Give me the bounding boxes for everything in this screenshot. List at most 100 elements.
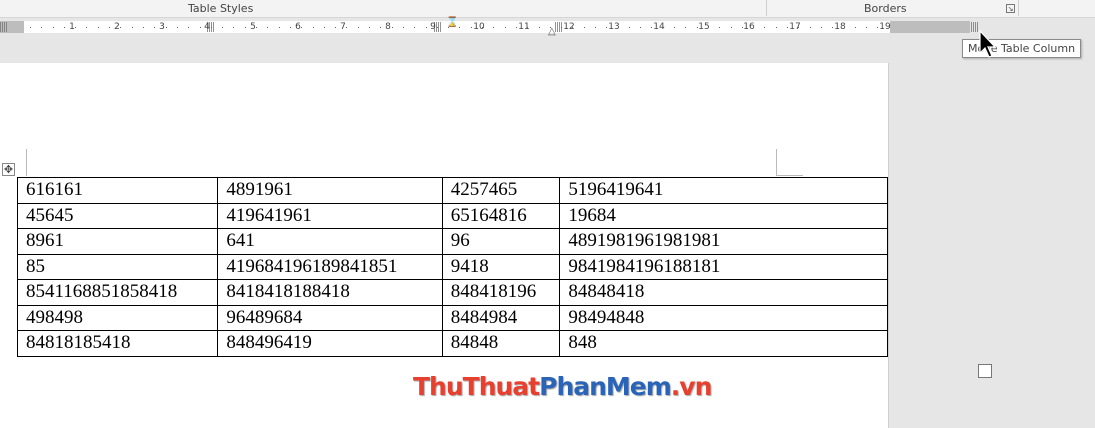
move-table-column-marker[interactable] [971, 22, 979, 32]
ruler-tick [731, 27, 732, 28]
ruler-tick [674, 27, 675, 28]
table-cell[interactable]: 84848 [441, 330, 561, 357]
table-cell[interactable]: 9418 [441, 253, 561, 280]
table-cell[interactable]: 84848418 [559, 279, 888, 306]
ruler-tick [516, 27, 517, 28]
ruler-tick [154, 27, 155, 28]
ruler-tick [459, 27, 460, 28]
ruler-tick [776, 27, 777, 28]
ruler-tick [324, 27, 325, 28]
ruler-number: 5 [250, 22, 256, 32]
ruler-tick [267, 27, 268, 28]
ruler-tick [143, 27, 144, 28]
ruler-tick [132, 27, 133, 28]
ruler-tick [301, 27, 302, 28]
ruler-number: 17 [789, 22, 801, 32]
ruler-tick [651, 27, 652, 28]
table-cell[interactable]: 98494848 [559, 304, 888, 331]
table-row: 84818185418 848496419 84848 848 [16, 330, 888, 357]
watermark-part-3: .vn [670, 372, 713, 401]
table-cell[interactable]: 4891961 [217, 177, 443, 204]
ruler-tick [798, 27, 799, 28]
table-cell[interactable]: 641 [217, 228, 443, 255]
table-move-handle-icon[interactable]: ✥ [2, 163, 15, 176]
ruler-tick [844, 27, 845, 28]
mouse-pointer-icon [979, 30, 997, 58]
ruler-tick [866, 27, 867, 28]
table-cell[interactable]: 45645 [16, 202, 219, 229]
table-cell[interactable]: 9841984196188181 [559, 253, 888, 280]
ruler-tick [98, 27, 99, 28]
ruler-tick [426, 27, 427, 28]
ruler-tick [821, 27, 822, 28]
table-cell[interactable]: 4891981961981981 [559, 228, 888, 255]
ruler-tick [527, 27, 528, 28]
table-cell[interactable]: 65164816 [441, 202, 561, 229]
table-cell[interactable]: 8961 [16, 228, 219, 255]
ruler-tick [414, 27, 415, 28]
watermark-logo: ThuThuatPhanMem.vn [413, 372, 713, 401]
ruler-number: 12 [563, 22, 575, 32]
table-cell[interactable]: 419684196189841851 [217, 253, 443, 280]
ruler-tick [290, 27, 291, 28]
ruler-tick [764, 27, 765, 28]
table-cell[interactable]: 19684 [559, 202, 888, 229]
ruler-tick [437, 27, 438, 28]
table-cell[interactable]: 96489684 [217, 304, 443, 331]
ribbon-separator [766, 0, 767, 16]
table-cell[interactable]: 96 [441, 228, 561, 255]
indent-marker-icon[interactable]: △ [548, 27, 556, 37]
horizontal-ruler[interactable]: ⌛ △ 1 2 3 4 5 6 7 8 9 10 11 12 13 14 15 16 17 18 19 [0, 18, 1095, 38]
resize-box[interactable] [978, 364, 992, 378]
table-cell[interactable]: 8484984 [441, 304, 561, 331]
ruler-tick [403, 27, 404, 28]
table-cell[interactable]: 848418196 [441, 279, 561, 306]
ruler-number: 1 [69, 22, 75, 32]
table-styles-group-label: Table Styles [188, 2, 254, 15]
ruler-tick [663, 27, 664, 28]
margin-corner-mark [776, 175, 803, 176]
ruler-tick [719, 27, 720, 28]
ruler-margin-right [890, 21, 970, 33]
ruler-tick [75, 27, 76, 28]
table-cell[interactable]: 85 [16, 253, 219, 280]
ruler-tick [493, 27, 494, 28]
ruler-tick [166, 27, 167, 28]
table-cell[interactable]: 616161 [16, 177, 219, 204]
ruler-tick [211, 27, 212, 28]
ruler-number: 9 [430, 22, 436, 32]
watermark-part-1: ThuThuat [413, 372, 540, 401]
table-cell[interactable]: 84818185418 [16, 330, 219, 357]
ruler-tick [618, 27, 619, 28]
ruler-number: 2 [114, 22, 120, 32]
table-row: 45645 419641961 65164816 19684 [16, 202, 888, 229]
table-cell[interactable]: 8541168851858418 [16, 279, 219, 306]
table-cell[interactable]: 5196419641 [559, 177, 888, 204]
table-cell[interactable]: 4257465 [441, 177, 561, 204]
ruler-tick [245, 27, 246, 28]
ruler-tick [222, 27, 223, 28]
ruler-tick [177, 27, 178, 28]
table-cell[interactable]: 419641961 [217, 202, 443, 229]
table-cell[interactable]: 498498 [16, 304, 219, 331]
table-row: 498498 96489684 8484984 98494848 [16, 304, 888, 331]
ruler-tick [482, 27, 483, 28]
borders-dialog-launcher-icon[interactable]: ↘ [1006, 4, 1015, 13]
margin-corner-mark [776, 149, 777, 176]
ruler-tick [787, 27, 788, 28]
watermark-part-2: PhanMem [539, 372, 672, 401]
ruler-tick [539, 27, 540, 28]
table-cell[interactable]: 848496419 [217, 330, 443, 357]
ruler-tick [200, 27, 201, 28]
ruler-tick [742, 27, 743, 28]
table-cell[interactable]: 848 [559, 330, 888, 357]
ruler-number: 4 [204, 22, 210, 32]
table-cell[interactable]: 8418418188418 [217, 279, 443, 306]
ruler-tick [572, 27, 573, 28]
word-table[interactable]: 616161 4891961 4257465 5196419641 45645 41964… [16, 177, 888, 357]
ruler-column-marker[interactable] [0, 22, 8, 32]
ruler-number: 11 [518, 22, 530, 32]
ruler-tick [233, 27, 234, 28]
ruler-tick [369, 27, 370, 28]
ruler-tick [86, 27, 87, 28]
